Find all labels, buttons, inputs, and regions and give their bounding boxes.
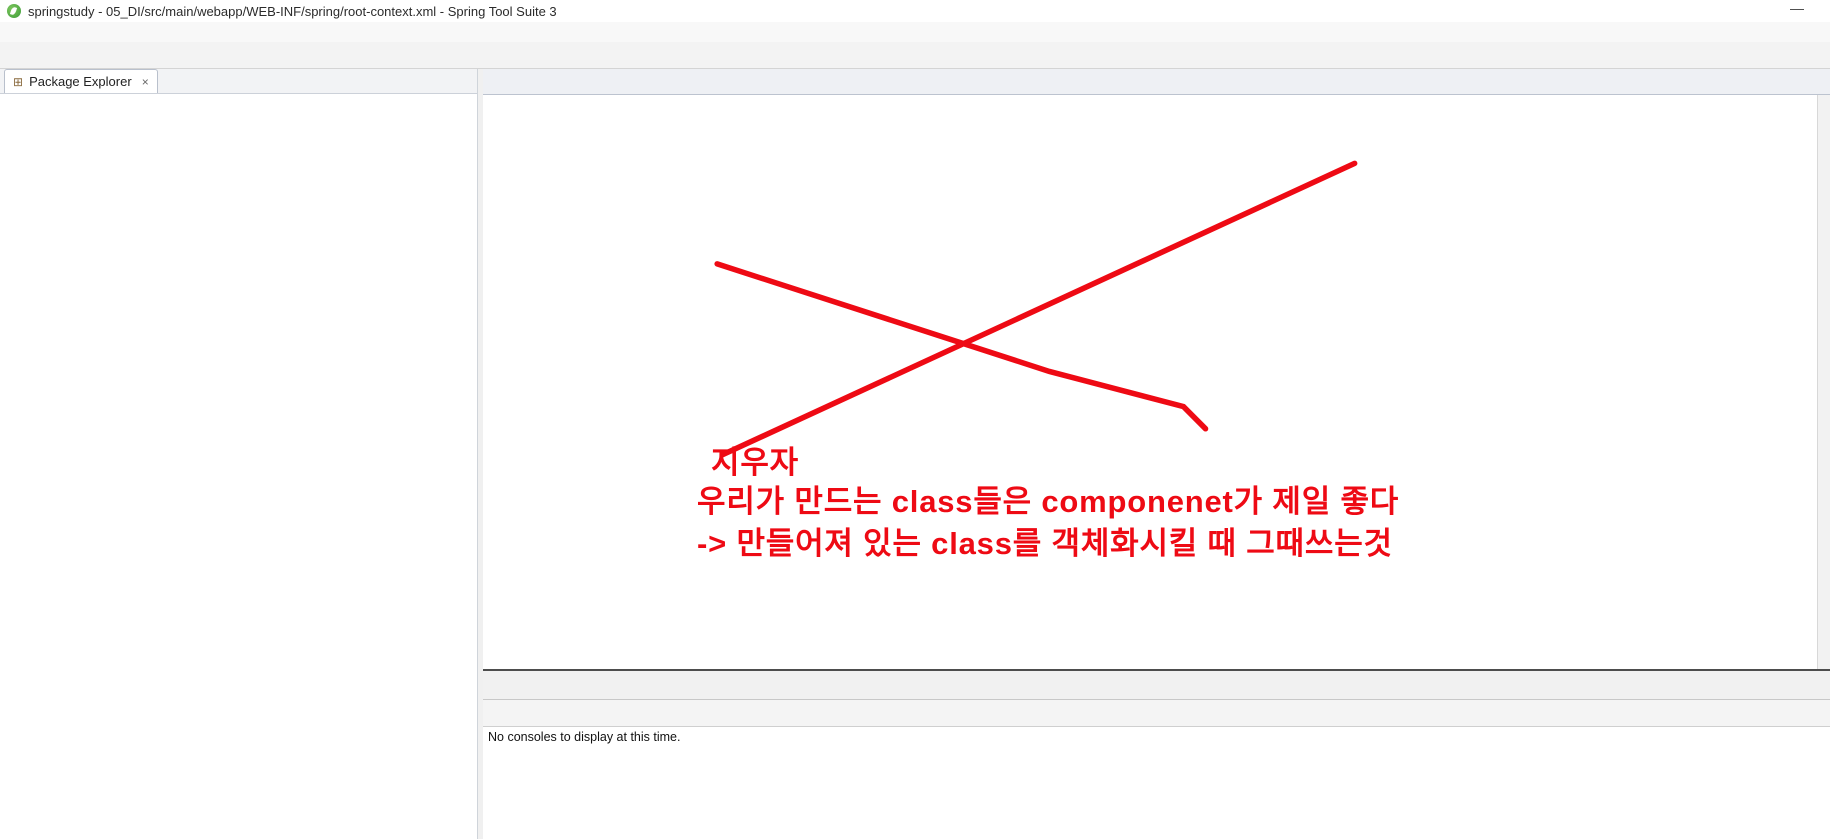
title-bar: springstudy - 05_DI/src/main/webapp/WEB-… — [0, 0, 1830, 22]
console-output: No consoles to display at this time. — [483, 726, 1830, 839]
package-explorer-header: ⊞ Package Explorer × — [0, 69, 477, 94]
console-tab-bar — [483, 700, 1830, 726]
tab-package-explorer[interactable]: ⊞ Package Explorer × — [4, 69, 158, 93]
package-explorer-panel: ⊞ Package Explorer × — [0, 69, 478, 839]
package-explorer-title: Package Explorer — [29, 74, 132, 89]
editor-area: 지우자 우리가 만드는 class들은 componenet가 제일 좋다 ->… — [483, 69, 1830, 839]
project-tree — [0, 94, 477, 839]
red-note-line2: 우리가 만드는 class들은 componenet가 제일 좋다 — [697, 484, 1400, 519]
menu-bar — [0, 22, 1830, 42]
overview-ruler[interactable] — [1817, 95, 1830, 669]
red-note-line3: -> 만들어져 있는 class를 객체화시킬 때 그때쓰는것 — [697, 526, 1393, 561]
code-editor[interactable]: 지우자 우리가 만드는 class들은 componenet가 제일 좋다 ->… — [483, 95, 1830, 669]
console-panel: No consoles to display at this time. — [483, 700, 1830, 839]
main-toolbar — [0, 42, 1830, 69]
window-minimize-button[interactable]: — — [1782, 0, 1812, 16]
spring-leaf-logo-icon — [7, 4, 21, 18]
close-view-icon[interactable]: × — [142, 75, 149, 89]
sts-window: springstudy - 05_DI/src/main/webapp/WEB-… — [0, 0, 1830, 839]
xml-editor-page-tabs — [483, 671, 1830, 700]
console-message: No consoles to display at this time. — [488, 730, 681, 744]
editor-tab-bar — [483, 69, 1830, 95]
window-title: springstudy - 05_DI/src/main/webapp/WEB-… — [28, 3, 557, 19]
package-explorer-icon: ⊞ — [13, 74, 24, 89]
main-area: ⊞ Package Explorer × 지우자 우리가 만드는 class들은… — [0, 69, 1830, 839]
red-cross-annotation — [714, 160, 1358, 458]
